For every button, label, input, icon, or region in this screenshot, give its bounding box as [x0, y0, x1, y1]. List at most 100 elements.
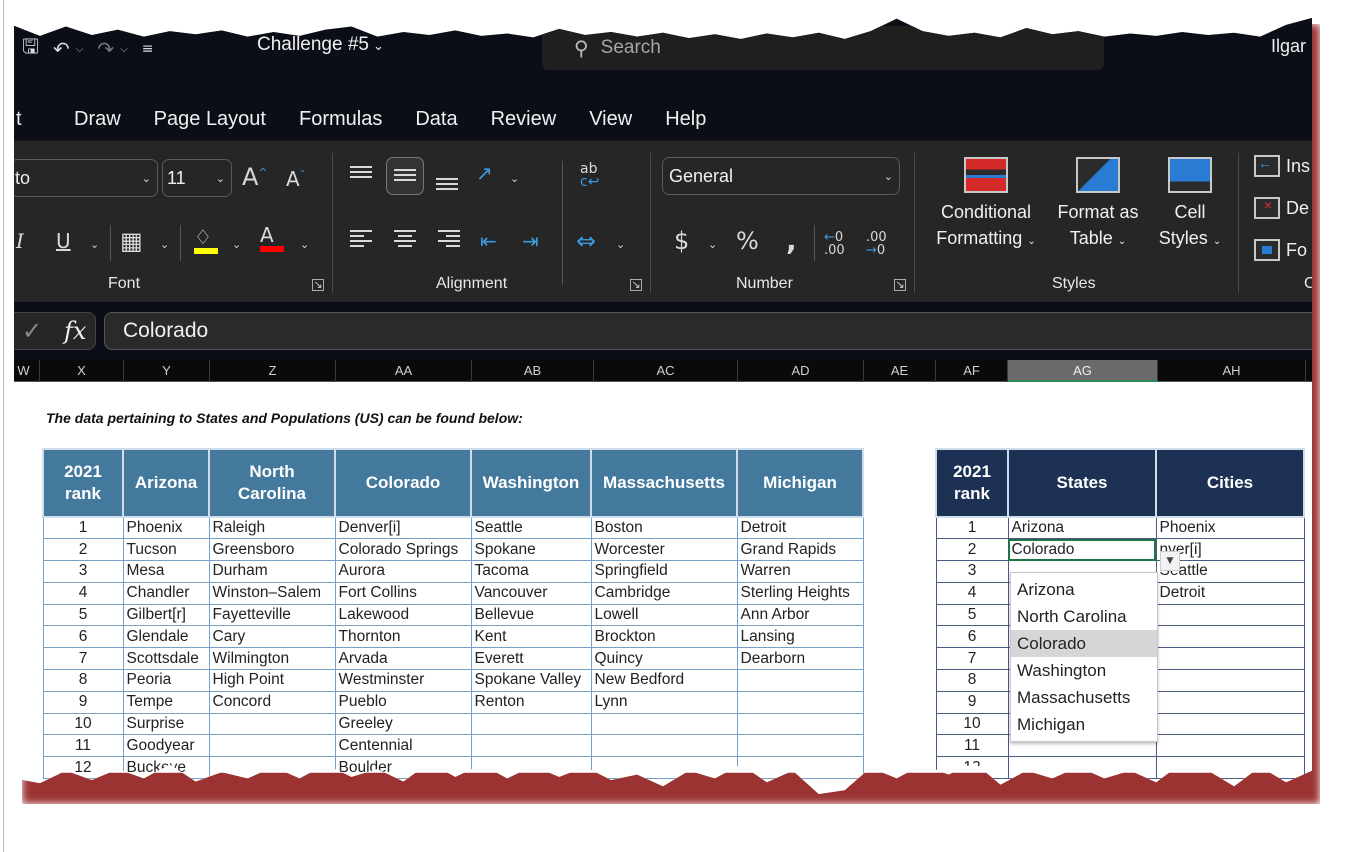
table-cell[interactable]: Peoria: [122, 669, 210, 692]
dropdown-option[interactable]: Colorado: [1011, 630, 1157, 657]
column-header-w[interactable]: W: [14, 360, 40, 382]
font-size-combo[interactable]: 11 ⌄: [162, 159, 232, 197]
align-left-icon[interactable]: [350, 227, 372, 250]
rank-cell[interactable]: 8: [42, 669, 124, 692]
header-cell[interactable]: Massachusetts: [590, 448, 738, 518]
rank-cell[interactable]: 11: [935, 734, 1009, 758]
orientation-dropdown-icon[interactable]: ⌄: [510, 173, 519, 184]
table-cell[interactable]: [1155, 669, 1305, 692]
table-cell[interactable]: Thornton: [334, 625, 472, 649]
rank-cell[interactable]: 10: [42, 712, 124, 736]
tab-formulas[interactable]: Formulas: [299, 108, 382, 131]
table-cell[interactable]: Sterling Heights: [736, 581, 864, 605]
column-header-ae[interactable]: AE: [864, 360, 936, 382]
decrease-font-size-icon[interactable]: Aˇ: [286, 169, 305, 189]
table-cell[interactable]: [736, 734, 864, 758]
format-cells-button[interactable]: Fo: [1254, 239, 1307, 261]
table-cell[interactable]: [470, 734, 592, 758]
table-cell[interactable]: Wilmington: [208, 647, 336, 671]
currency-dropdown-icon[interactable]: ⌄: [708, 239, 717, 250]
column-header-af[interactable]: AF: [936, 360, 1008, 382]
table-cell[interactable]: [208, 712, 336, 736]
header-cell[interactable]: 2021 rank: [42, 448, 124, 518]
rank-cell[interactable]: 8: [935, 669, 1009, 692]
fill-color-dropdown-icon[interactable]: ⌄: [232, 239, 241, 250]
redo-icon[interactable]: ↷: [97, 37, 114, 61]
table-cell[interactable]: Kent: [470, 625, 592, 649]
header-cell[interactable]: Washington: [470, 448, 592, 518]
table-cell[interactable]: Spokane Valley: [470, 669, 592, 692]
rank-cell[interactable]: 5: [42, 603, 124, 627]
table-cell[interactable]: [1155, 647, 1305, 671]
dropdown-option[interactable]: Massachusetts: [1011, 684, 1157, 711]
document-title[interactable]: Challenge #5 ⌄: [257, 34, 384, 56]
enter-check-icon[interactable]: ✓: [22, 317, 42, 345]
fill-color-icon[interactable]: ♢: [194, 227, 218, 254]
middle-align-icon[interactable]: [386, 157, 424, 195]
table-cell[interactable]: High Point: [208, 669, 336, 692]
table-cell[interactable]: Arizona: [1007, 516, 1157, 540]
table-cell[interactable]: Phoenix: [122, 516, 210, 540]
tab-data[interactable]: Data: [415, 108, 457, 131]
table-cell[interactable]: Worcester: [590, 538, 738, 562]
rank-cell[interactable]: 9: [42, 690, 124, 714]
table-cell[interactable]: Lynn: [590, 690, 738, 714]
table-cell[interactable]: Seattle: [470, 516, 592, 540]
table-cell[interactable]: Glendale: [122, 625, 210, 649]
rank-cell[interactable]: 6: [42, 625, 124, 649]
rank-cell[interactable]: 6: [935, 625, 1009, 649]
underline-icon[interactable]: U: [56, 231, 71, 251]
table-cell[interactable]: Durham: [208, 560, 336, 583]
column-header-ac[interactable]: AC: [594, 360, 738, 382]
table-cell[interactable]: Colorado Springs: [334, 538, 472, 562]
active-cell[interactable]: Colorado: [1007, 538, 1157, 562]
table-cell[interactable]: [1155, 690, 1305, 714]
merge-dropdown-icon[interactable]: ⌄: [616, 239, 625, 250]
comma-style-icon[interactable]: ,: [786, 227, 797, 255]
borders-dropdown-icon[interactable]: ⌄: [160, 239, 169, 250]
align-center-icon[interactable]: [394, 227, 416, 250]
rank-cell[interactable]: 4: [935, 581, 1009, 605]
rank-cell[interactable]: 10: [935, 712, 1009, 736]
table-cell[interactable]: [590, 756, 738, 780]
dropdown-option[interactable]: Michigan: [1011, 711, 1157, 738]
rank-cell[interactable]: 2: [935, 538, 1009, 562]
undo-icon[interactable]: ↶: [53, 37, 70, 61]
table-cell[interactable]: Greeley: [334, 712, 472, 736]
header-cell[interactable]: Colorado: [334, 448, 472, 518]
font-name-combo[interactable]: to ⌄: [14, 159, 158, 197]
user-account[interactable]: Ilgar: [1271, 36, 1306, 57]
table-cell[interactable]: Springfield: [590, 560, 738, 583]
table-cell[interactable]: Vancouver: [470, 581, 592, 605]
percent-icon[interactable]: %: [736, 229, 759, 253]
table-cell[interactable]: Quincy: [590, 647, 738, 671]
wrap-text-icon[interactable]: ab c↩: [580, 162, 599, 189]
table-cell[interactable]: Surprise: [122, 712, 210, 736]
table-cell[interactable]: Brockton: [590, 625, 738, 649]
table-cell[interactable]: Detroit: [736, 516, 864, 540]
search-box[interactable]: ⚲ Search: [542, 26, 1104, 70]
rank-cell[interactable]: 3: [42, 560, 124, 583]
table-cell[interactable]: Greensboro: [208, 538, 336, 562]
customize-qat-icon[interactable]: ≡: [142, 41, 154, 57]
rank-cell[interactable]: 1: [42, 516, 124, 540]
table-cell[interactable]: [736, 690, 864, 714]
table-cell[interactable]: Cary: [208, 625, 336, 649]
table-cell[interactable]: Mesa: [122, 560, 210, 583]
table-cell[interactable]: Ann Arbor: [736, 603, 864, 627]
rank-cell[interactable]: 3: [935, 560, 1009, 583]
table-cell[interactable]: Raleigh: [208, 516, 336, 540]
font-dialog-launcher-icon[interactable]: ↘: [312, 279, 324, 291]
number-format-combo[interactable]: General ⌄: [662, 157, 900, 195]
table-cell[interactable]: Grand Rapids: [736, 538, 864, 562]
table-cell[interactable]: Bellevue: [470, 603, 592, 627]
align-right-icon[interactable]: [438, 227, 460, 250]
dropdown-arrow-button[interactable]: ▼: [1160, 551, 1180, 571]
table-cell[interactable]: Tempe: [122, 690, 210, 714]
table-cell[interactable]: Phoenix: [1155, 516, 1305, 540]
intro-text[interactable]: The data pertaining to States and Popula…: [46, 410, 523, 426]
table-cell[interactable]: Boston: [590, 516, 738, 540]
table-cell[interactable]: Tucson: [122, 538, 210, 562]
table-cell[interactable]: Warren: [736, 560, 864, 583]
increase-font-size-icon[interactable]: A^: [242, 165, 268, 189]
